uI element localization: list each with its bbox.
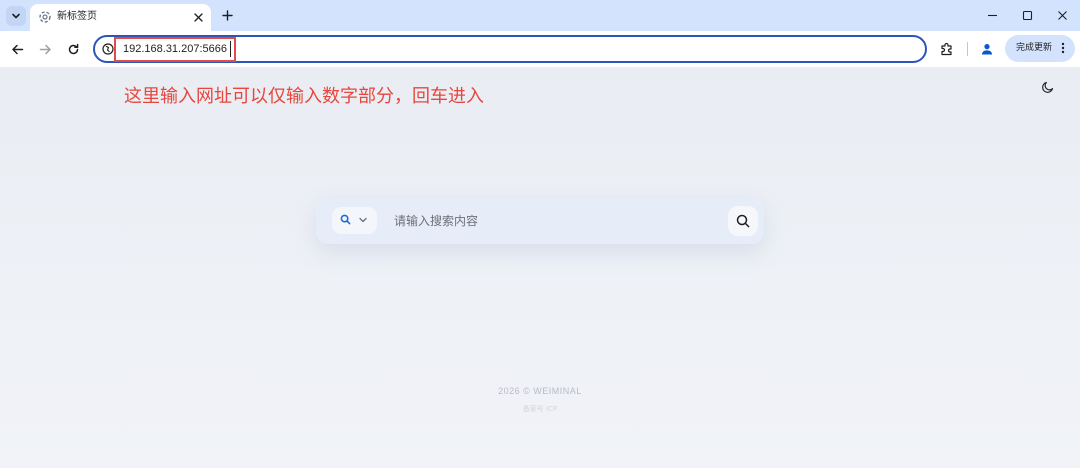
reload-button[interactable] — [64, 40, 82, 58]
tab-active[interactable]: 新标签页 — [30, 4, 211, 31]
new-tab-button[interactable] — [218, 6, 236, 24]
new-tab-page: 这里输入网址可以仅输入数字部分，回车进入 2026 © WEIMINAL 备案号… — [0, 67, 1080, 468]
loading-spinner-icon — [39, 11, 51, 23]
search-engine-select[interactable] — [332, 207, 377, 234]
minimize-icon — [987, 14, 997, 16]
annotation-text: 这里输入网址可以仅输入数字部分，回车进入 — [124, 86, 484, 107]
more-vert-icon — [1061, 42, 1065, 54]
theme-toggle-button[interactable] — [1038, 77, 1058, 97]
search-icon — [736, 214, 750, 228]
person-icon — [982, 44, 992, 55]
tab-search-button[interactable] — [6, 6, 26, 26]
plus-icon — [221, 9, 233, 21]
forward-button[interactable] — [36, 40, 54, 58]
profile-button[interactable] — [977, 39, 997, 59]
minimize-button[interactable] — [980, 4, 1004, 26]
update-label: 完成更新 — [1016, 43, 1053, 53]
browser-toolbar: 192.168.31.207:5666 完成更新 — [0, 31, 1080, 67]
tab-close-button[interactable] — [191, 10, 205, 24]
chevron-down-icon — [359, 217, 367, 223]
address-bar[interactable]: 192.168.31.207:5666 — [93, 35, 927, 63]
browser-title-bar: 新标签页 — [0, 0, 1080, 31]
moon-icon — [1042, 81, 1054, 93]
extensions-button[interactable] — [938, 40, 956, 58]
close-window-button[interactable] — [1050, 4, 1074, 26]
back-button[interactable] — [8, 40, 26, 58]
maximize-button[interactable] — [1015, 4, 1039, 26]
text-caret — [230, 41, 231, 57]
toolbar-separator — [967, 42, 968, 56]
reload-icon — [68, 43, 78, 54]
url-text[interactable]: 192.168.31.207:5666 — [123, 41, 227, 57]
chevron-down-icon — [12, 13, 20, 19]
puzzle-icon — [941, 42, 952, 56]
update-button[interactable]: 完成更新 — [1005, 35, 1075, 62]
arrow-right-icon — [39, 44, 51, 54]
globe-icon — [102, 43, 114, 55]
site-info-button[interactable] — [101, 42, 115, 56]
arrow-left-icon — [11, 44, 23, 54]
tab-title: 新标签页 — [57, 11, 97, 22]
search-submit-button[interactable] — [728, 206, 758, 236]
close-icon — [1057, 10, 1067, 20]
search-box — [316, 198, 764, 244]
search-icon — [340, 214, 351, 225]
close-icon — [193, 12, 203, 22]
search-input[interactable] — [394, 210, 714, 232]
maximize-icon — [1022, 10, 1032, 20]
footer-subtext[interactable]: 备案号 ICP — [0, 404, 1080, 414]
footer-copyright: 2026 © WEIMINAL — [498, 386, 582, 396]
